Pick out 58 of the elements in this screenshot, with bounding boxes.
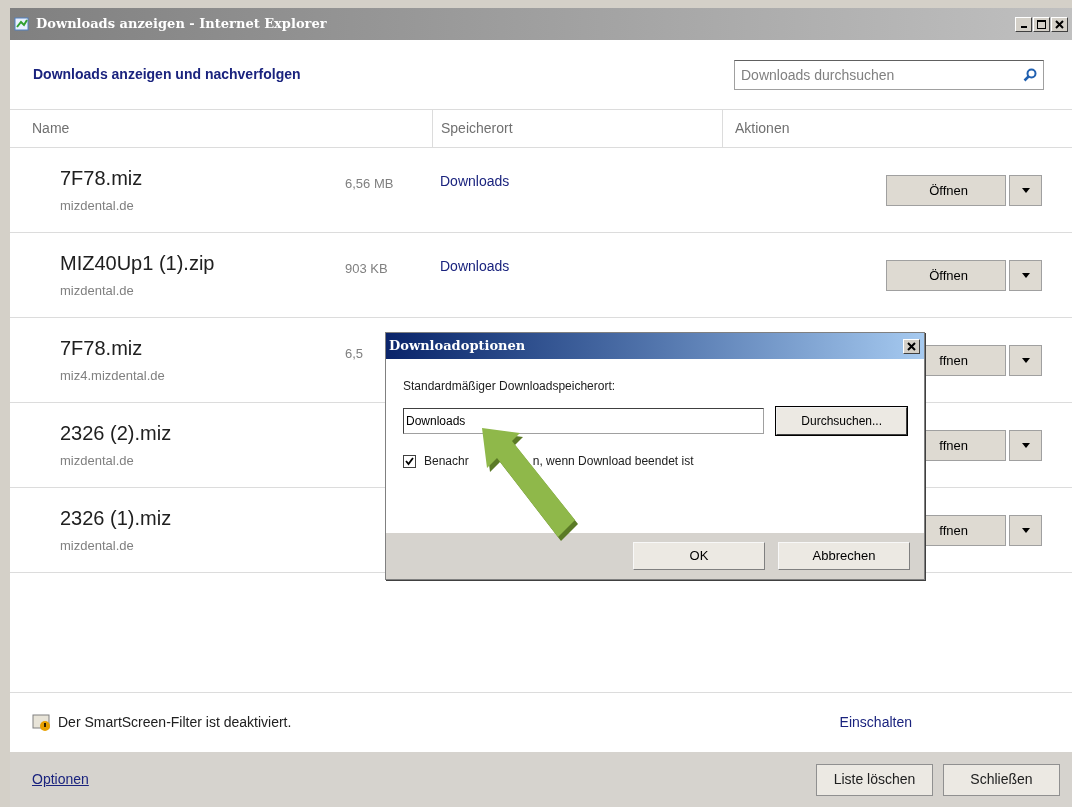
- caret-icon: [1021, 188, 1030, 193]
- file-size: 6,56 MB: [345, 176, 394, 191]
- window-title: Downloads anzeigen - Internet Explorer: [36, 15, 328, 34]
- dropdown-button[interactable]: [1009, 175, 1042, 206]
- caret-icon: [1021, 358, 1030, 363]
- caret-icon: [1021, 273, 1030, 278]
- column-header: Aktionen: [735, 119, 790, 138]
- file-name: MIZ40Up1 (1).zip: [60, 251, 216, 275]
- file-size: 903 KB: [345, 261, 388, 276]
- open-button[interactable]: Öffnen: [886, 260, 1006, 291]
- smartscreen-message: Der SmartScreen-Filter ist deaktiviert.: [58, 713, 293, 732]
- dropdown-button[interactable]: [1009, 430, 1042, 461]
- column-header: Name: [32, 120, 70, 136]
- caret-icon: [1021, 528, 1030, 533]
- enable-link[interactable]: Einschalten: [839, 712, 912, 733]
- close-button[interactable]: [1051, 16, 1068, 32]
- dialog-button[interactable]: OK: [633, 542, 765, 570]
- footer-button[interactable]: Liste löschen: [816, 763, 933, 796]
- search-icon: [1023, 67, 1037, 82]
- file-name: 7F78.miz: [60, 166, 144, 190]
- close-icon: [1055, 19, 1064, 29]
- file-name: 7F78.miz: [60, 336, 144, 360]
- maximize-icon: [1037, 19, 1046, 29]
- file-name: 2326 (1).miz: [60, 506, 173, 530]
- file-source: mizdental.de: [60, 197, 135, 215]
- location-label: Standardmäßiger Downloadspeicherort:: [403, 378, 617, 395]
- file-source: miz4.mizdental.de: [60, 367, 166, 385]
- minimize-icon: [1020, 26, 1027, 28]
- page-heading: Downloads anzeigen und nachverfolgen: [33, 65, 301, 84]
- file-source: mizdental.de: [60, 537, 135, 555]
- file-name: 2326 (2).miz: [60, 421, 173, 445]
- close-button[interactable]: [903, 338, 920, 354]
- column-header: Speicherort: [441, 119, 513, 138]
- notify-checkbox[interactable]: [403, 454, 416, 468]
- dialog-button[interactable]: Abbrechen: [778, 542, 910, 570]
- location-link[interactable]: Downloads: [440, 173, 510, 189]
- open-button[interactable]: Öffnen: [886, 175, 1006, 206]
- footer-button[interactable]: Schließen: [943, 763, 1060, 796]
- file-size: 6,5: [345, 346, 364, 361]
- notify-label: n, wenn Download beendet ist: [532, 453, 694, 470]
- options-link[interactable]: Optionen: [32, 769, 816, 790]
- minimize-button[interactable]: [1015, 16, 1032, 32]
- app-icon: [14, 16, 30, 32]
- search-field[interactable]: Downloads durchsuchen: [734, 59, 1044, 90]
- file-source: mizdental.de: [60, 452, 135, 470]
- maximize-button[interactable]: [1033, 16, 1050, 32]
- shield-warning-icon: [32, 713, 52, 732]
- file-source: mizdental.de: [60, 282, 135, 300]
- notify-label: Benachr: [424, 453, 469, 470]
- location-field[interactable]: Downloads: [403, 408, 765, 434]
- browse-button[interactable]: Durchsuchen...: [776, 407, 907, 435]
- location-link[interactable]: Downloads: [440, 258, 510, 274]
- close-icon: [907, 341, 916, 351]
- dialog-title: Downloadoptionen: [389, 337, 526, 356]
- dropdown-button[interactable]: [1009, 515, 1042, 546]
- dropdown-button[interactable]: [1009, 345, 1042, 376]
- dropdown-button[interactable]: [1009, 260, 1042, 291]
- caret-icon: [1021, 443, 1030, 448]
